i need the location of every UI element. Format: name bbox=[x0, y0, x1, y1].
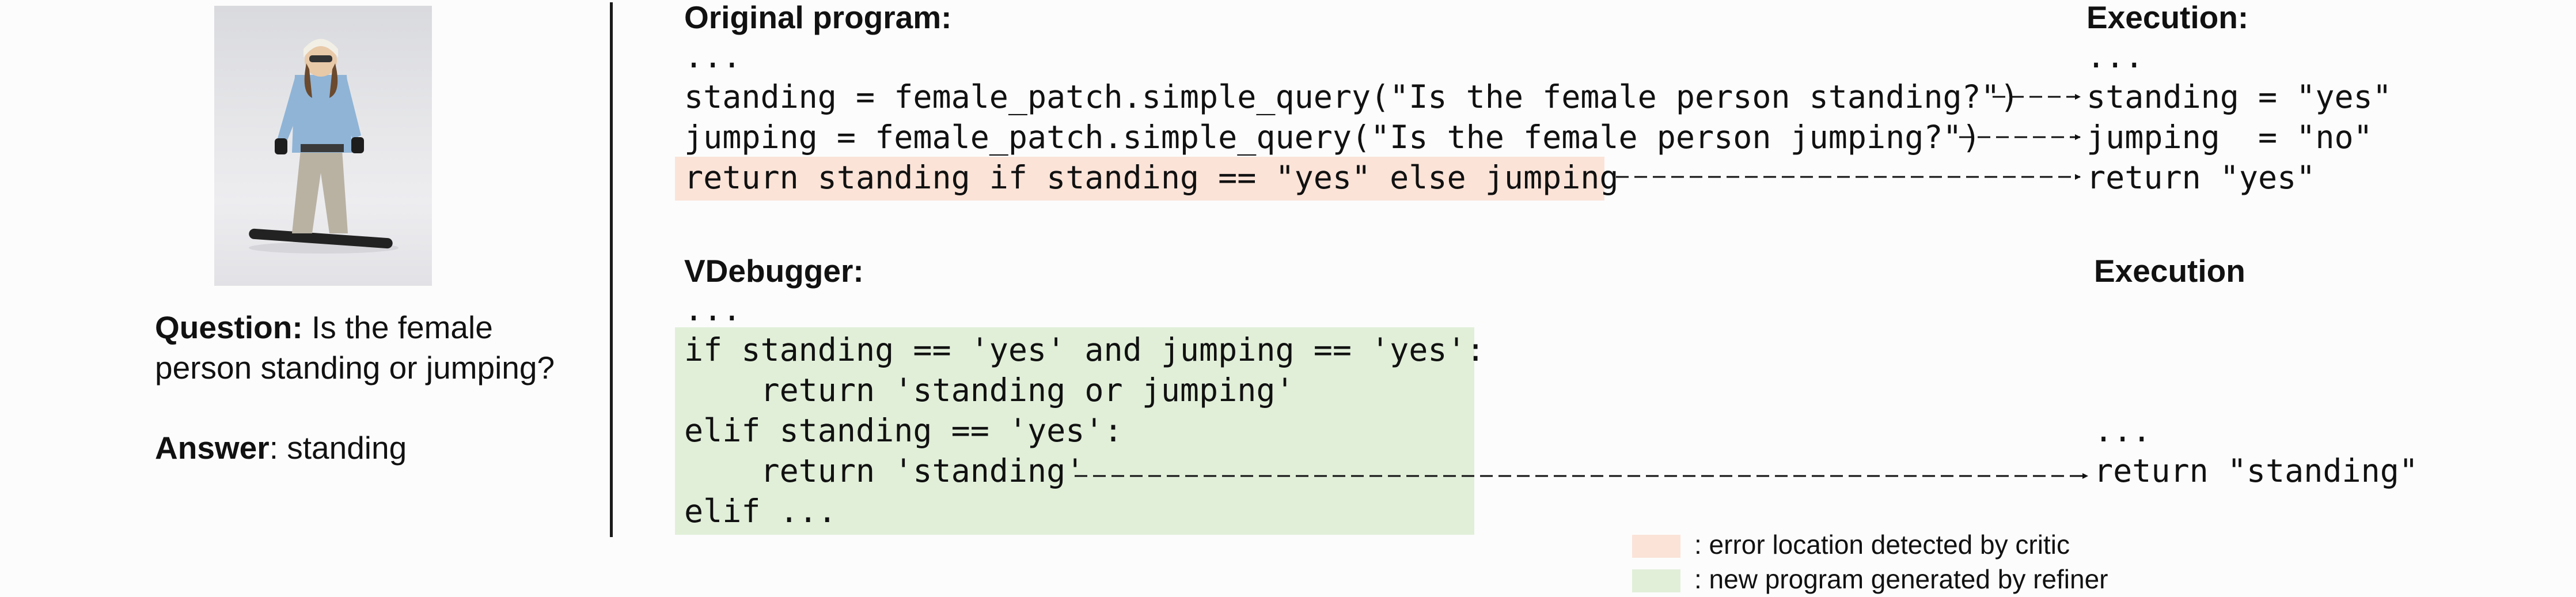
legend-label-error: : error location detected by critic bbox=[1694, 530, 2070, 560]
execution-arrows bbox=[1075, 94, 2088, 479]
legend-swatch-error bbox=[1632, 535, 1680, 558]
legend-label-refined: : new program generated by refiner bbox=[1694, 564, 2108, 594]
legend-swatch-refined bbox=[1632, 569, 1680, 592]
